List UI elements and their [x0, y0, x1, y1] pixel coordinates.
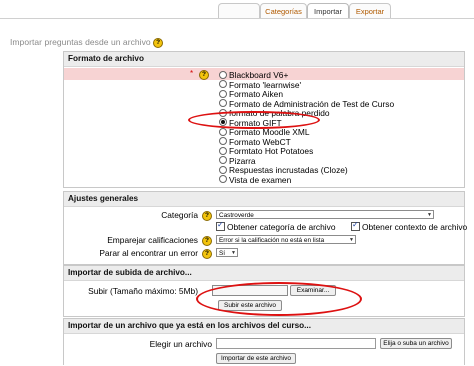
format-option-label: Vista de examen	[229, 174, 292, 185]
upload-legend: Importar de subida de archivo...	[68, 268, 192, 277]
format-option-label: Formato WebCT	[229, 136, 291, 147]
checkbox-category-label: Obtener categoría de archivo	[227, 222, 336, 232]
format-radio[interactable]	[219, 146, 227, 155]
format-option[interactable]: Respuestas incrustadas (Cloze)	[219, 165, 348, 175]
category-label: Categoría	[161, 210, 198, 220]
checkbox-context[interactable]	[351, 220, 360, 232]
choose-file-field[interactable]	[216, 338, 376, 349]
format-option[interactable]: Blackboard V6+	[219, 70, 288, 80]
required-mark: *	[190, 69, 194, 78]
format-radio[interactable]	[219, 80, 227, 89]
course-files-header: Importar de un archivo que ya está en lo…	[64, 319, 464, 334]
help-icon[interactable]: ?	[153, 37, 164, 48]
category-select-value: Castroverde	[219, 212, 254, 219]
stop-on-error-label: Parar al encontrar un error	[99, 248, 198, 258]
format-option[interactable]: Pizarra	[219, 156, 256, 166]
stop-on-error-select[interactable]: Sí ▼	[216, 248, 238, 257]
annotation-circle-upload	[196, 282, 362, 316]
general-header: Ajustes generales	[64, 192, 464, 207]
format-radio[interactable]	[219, 156, 227, 165]
checkbox-context-row[interactable]: Obtener contexto de archivo	[351, 220, 468, 232]
match-grades-label: Emparejar calificaciones	[107, 235, 198, 245]
page-title-text: Importar preguntas desde un archivo	[10, 37, 151, 47]
format-radio[interactable]	[219, 89, 227, 98]
format-radio[interactable]	[219, 70, 227, 79]
upload-header: Importar de subida de archivo...	[64, 266, 464, 281]
format-option[interactable]: Formato de Administración de Test de Cur…	[219, 99, 394, 109]
tab-export[interactable]: Exportar	[349, 3, 391, 19]
format-option-label: Formato Aiken	[229, 89, 283, 99]
format-radio[interactable]	[219, 165, 227, 174]
format-option[interactable]: Formato WebCT	[219, 137, 291, 147]
format-option-label: Formtato Hot Potatoes	[229, 146, 314, 156]
chevron-down-icon: ▼	[349, 237, 354, 243]
course-files-fieldset: Importar de un archivo que ya está en lo…	[63, 318, 465, 365]
tab-import[interactable]: Importar	[307, 3, 349, 19]
match-grades-select-value: Error si la calificación no está en list…	[219, 237, 325, 244]
annotation-circle-gift	[188, 111, 320, 129]
category-help-icon[interactable]: ?	[202, 211, 212, 221]
checkbox-category[interactable]	[216, 220, 225, 232]
choose-file-label: Elegir un archivo	[149, 339, 212, 349]
format-option-label: Respuestas incrustadas (Cloze)	[229, 165, 348, 175]
stop-on-error-select-value: Sí	[219, 250, 226, 257]
page-title: Importar preguntas desde un archivo ?	[10, 37, 164, 48]
import-from-file-button[interactable]: Importar de este archivo	[216, 353, 296, 364]
checkbox-context-label: Obtener contexto de archivo	[362, 222, 468, 232]
format-option[interactable]: Vista de examen	[219, 175, 291, 185]
category-select[interactable]: Castroverde ▼	[216, 210, 434, 219]
format-radio[interactable]	[219, 127, 227, 136]
course-files-legend: Importar de un archivo que ya está en lo…	[68, 321, 311, 330]
checkbox-category-row[interactable]: Obtener categoría de archivo	[216, 220, 336, 232]
format-legend: Formato de archivo	[68, 54, 144, 63]
format-radio[interactable]	[219, 175, 227, 184]
chevron-down-icon: ▼	[427, 212, 432, 218]
format-header: Formato de archivo	[64, 52, 464, 67]
format-radio[interactable]	[219, 137, 227, 146]
general-legend: Ajustes generales	[68, 194, 139, 203]
format-radio[interactable]	[219, 99, 227, 108]
format-option[interactable]: Formtato Hot Potatoes	[219, 146, 313, 156]
format-option-label: Formato de Administración de Test de Cur…	[229, 98, 395, 109]
tab-categories[interactable]: Categorías	[260, 3, 307, 19]
format-option-label: Blackboard V6+	[229, 70, 289, 80]
format-help-icon[interactable]: ?	[199, 70, 209, 80]
chevron-down-icon: ▼	[231, 250, 236, 256]
choose-upload-button[interactable]: Elija o suba un archivo	[380, 338, 452, 349]
upload-label: Subir (Tamaño máximo: 5Mb)	[88, 286, 198, 296]
match-help-icon[interactable]: ?	[202, 236, 212, 246]
tab-underline	[0, 18, 474, 19]
general-fieldset: Ajustes generales Categoría ? Castroverd…	[63, 191, 468, 265]
format-option[interactable]: Formato 'learnwise'	[219, 80, 301, 90]
format-option-label: Pizarra	[229, 155, 256, 166]
tab-blank[interactable]	[218, 3, 260, 19]
match-grades-select[interactable]: Error si la calificación no está en list…	[216, 235, 356, 244]
stop-help-icon[interactable]: ?	[202, 249, 212, 259]
format-option[interactable]: Formato Aiken	[219, 89, 283, 99]
format-option-label: Formato 'learnwise'	[229, 79, 302, 90]
